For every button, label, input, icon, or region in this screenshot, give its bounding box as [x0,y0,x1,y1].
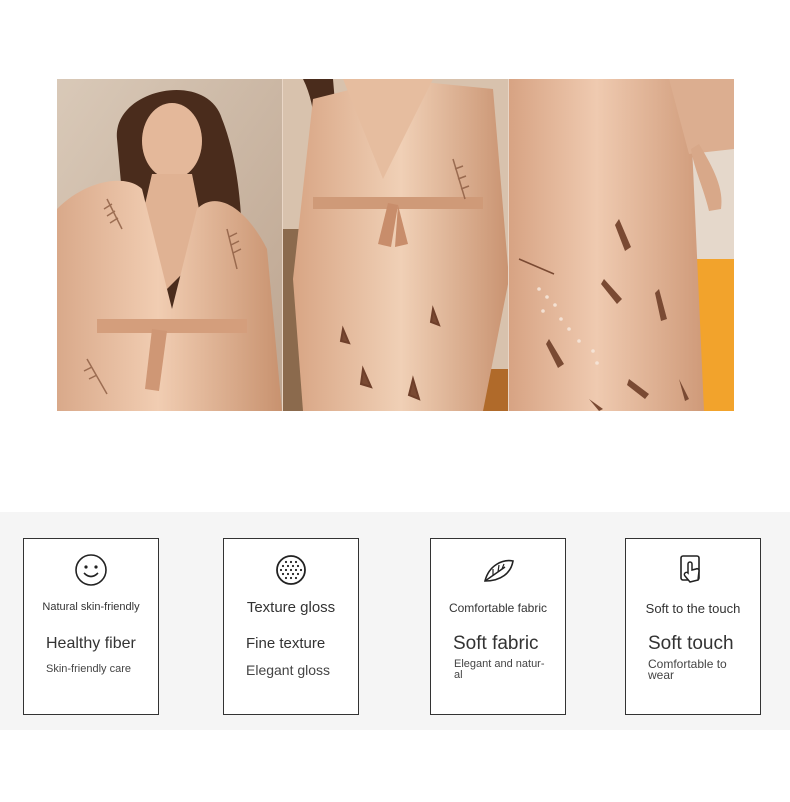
feature-description: Elegant and natur- al [454,658,545,681]
feature-description: Elegant gloss [246,662,331,678]
leaf-icon [483,559,514,582]
feature-description: Comfortable to wear [648,657,727,682]
feature-title: Healthy fiber [46,635,136,652]
dotted-circle-icon [276,555,306,585]
feature-title: Fine texture [246,635,326,652]
feature-description: Skin-friendly care [46,663,131,675]
feature-tagline: Natural skin-friendly [42,601,140,613]
touch-hand-icon [680,555,700,583]
smiley-face-icon [75,554,107,586]
product-photo-belt [281,79,509,411]
feature-tagline: Texture gloss [246,599,336,616]
product-photo-strip [57,79,735,411]
product-photo-front [57,79,282,411]
feature-card-soft-fabric: Comfortable fabric Soft fabric Elegant a… [430,538,566,715]
features-section: Natural skin-friendly Healthy fiber Skin… [0,512,790,730]
feature-title: Soft touch [648,633,734,654]
feature-title: Soft fabric [453,633,539,654]
feature-card-fine-texture: Texture gloss Fine texture Elegant gloss [223,538,359,715]
feature-card-healthy-fiber: Natural skin-friendly Healthy fiber Skin… [23,538,159,715]
product-photo-detail [508,79,735,411]
feature-tagline: Comfortable fabric [448,601,548,615]
feature-tagline: Soft to the touch [645,601,741,616]
feature-card-soft-touch: Soft to the touch Soft touch Comfortable… [625,538,761,715]
